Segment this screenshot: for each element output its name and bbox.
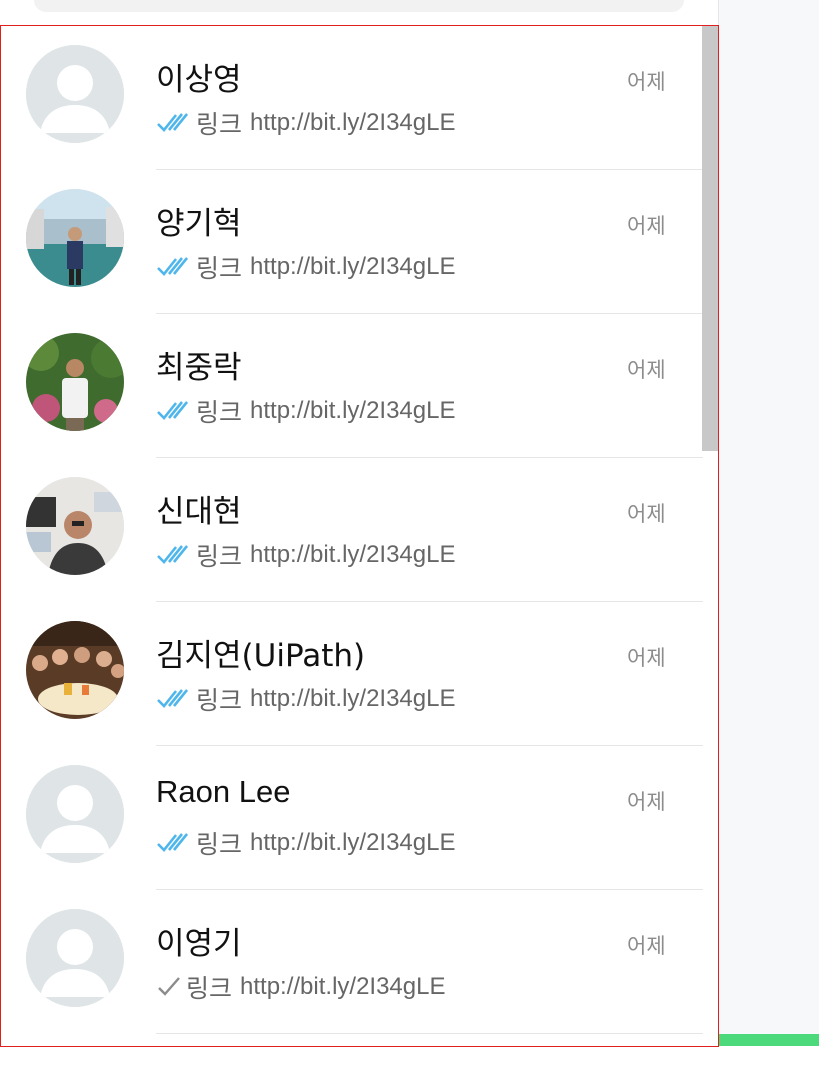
preview-label: 링크 xyxy=(196,542,243,571)
contact-name: 신대현 xyxy=(156,494,242,530)
double-check-icon xyxy=(157,257,189,276)
message-time: 어제 xyxy=(627,646,666,670)
conversation-pane xyxy=(719,0,819,1034)
message-time: 어제 xyxy=(627,70,666,94)
search-bar[interactable] xyxy=(34,0,684,12)
chat-row[interactable]: 최중락 어제 링크 http://bit.ly/2I34gLE xyxy=(1,314,703,458)
message-time: 어제 xyxy=(627,790,666,814)
default-avatar-icon xyxy=(26,765,124,863)
row-divider xyxy=(156,1033,703,1034)
double-check-icon xyxy=(157,689,189,708)
single-check-icon xyxy=(158,977,180,996)
scrollbar-thumb[interactable] xyxy=(702,26,718,451)
accent-bar xyxy=(719,1034,819,1046)
double-check-icon xyxy=(157,833,189,852)
chat-row[interactable]: 이영기 어제 링크 http://bit.ly/2I34gLE xyxy=(1,890,703,1034)
preview-label: 링크 xyxy=(196,254,243,283)
message-preview: 링크 http://bit.ly/2I34gLE xyxy=(156,108,456,139)
preview-url: http://bit.ly/2I34gLE xyxy=(240,973,446,1000)
contact-name: 김지연(UiPath) xyxy=(156,638,366,674)
message-time: 어제 xyxy=(627,214,666,238)
scrollbar[interactable] xyxy=(702,26,718,1046)
message-preview: 링크 http://bit.ly/2I34gLE xyxy=(156,972,446,1003)
chat-row[interactable]: 양기혁 어제 링크 http://bit.ly/2I34gLE xyxy=(1,170,703,314)
preview-url: http://bit.ly/2I34gLE xyxy=(250,253,456,280)
preview-label: 링크 xyxy=(196,398,243,427)
preview-label: 링크 xyxy=(196,686,243,715)
message-preview: 링크 http://bit.ly/2I34gLE xyxy=(156,252,456,283)
preview-url: http://bit.ly/2I34gLE xyxy=(250,829,456,856)
message-preview: 링크 http://bit.ly/2I34gLE xyxy=(156,684,456,715)
preview-url: http://bit.ly/2I34gLE xyxy=(250,541,456,568)
profile-photo xyxy=(26,477,124,575)
double-check-icon xyxy=(157,113,189,132)
profile-photo xyxy=(26,333,124,431)
contact-name: Raon Lee xyxy=(156,774,291,809)
contact-name: 최중락 xyxy=(156,350,242,386)
double-check-icon xyxy=(157,545,189,564)
profile-photo xyxy=(26,621,124,719)
contact-name: 양기혁 xyxy=(156,206,242,242)
message-preview: 링크 http://bit.ly/2I34gLE xyxy=(156,540,456,571)
contact-name: 이상영 xyxy=(156,62,242,98)
chat-row[interactable]: 김지연(UiPath) 어제 링크 http://bit.ly/2I34gLE xyxy=(1,602,703,746)
message-time: 어제 xyxy=(627,502,666,526)
message-time: 어제 xyxy=(627,358,666,382)
message-time: 어제 xyxy=(627,934,666,958)
default-avatar-icon xyxy=(26,909,124,1007)
preview-label: 링크 xyxy=(196,830,243,859)
preview-label: 링크 xyxy=(196,110,243,139)
preview-url: http://bit.ly/2I34gLE xyxy=(250,109,456,136)
double-check-icon xyxy=(157,401,189,420)
preview-label: 링크 xyxy=(186,974,233,1003)
chat-row[interactable]: 이상영 어제 링크 http://bit.ly/2I34gLE xyxy=(1,26,703,170)
preview-url: http://bit.ly/2I34gLE xyxy=(250,397,456,424)
contact-name: 이영기 xyxy=(156,926,242,962)
chat-row[interactable]: Raon Lee 어제 링크 http://bit.ly/2I34gLE xyxy=(1,746,703,890)
preview-url: http://bit.ly/2I34gLE xyxy=(250,685,456,712)
chat-list: 이상영 어제 링크 http://bit.ly/2I34gLE 양기혁 어제 링… xyxy=(0,25,719,1047)
chat-row[interactable]: 신대현 어제 링크 http://bit.ly/2I34gLE xyxy=(1,458,703,602)
profile-photo xyxy=(26,189,124,287)
message-preview: 링크 http://bit.ly/2I34gLE xyxy=(156,828,456,859)
default-avatar-icon xyxy=(26,45,124,143)
message-preview: 링크 http://bit.ly/2I34gLE xyxy=(156,396,456,427)
